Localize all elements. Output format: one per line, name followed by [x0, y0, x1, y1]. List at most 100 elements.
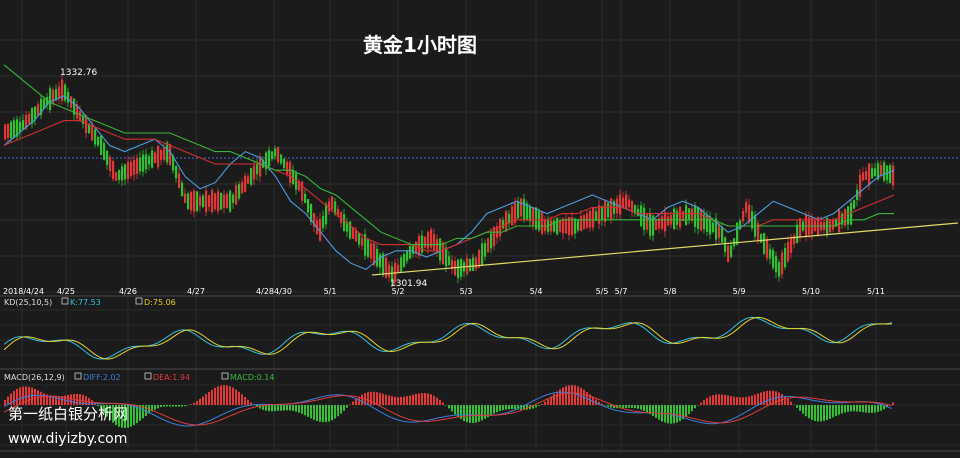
macd-bar: [214, 387, 216, 405]
candle-body: [268, 149, 271, 167]
candle-body: [118, 169, 121, 181]
macd-bar: [442, 402, 444, 405]
macd-bar: [208, 391, 210, 405]
candle-body: [241, 182, 244, 194]
macd-bar: [292, 405, 294, 411]
candle-body: [181, 182, 184, 197]
candle-body: [760, 234, 763, 243]
macd-bar: [334, 405, 336, 419]
candle-body: [163, 147, 166, 160]
candle-body: [58, 86, 61, 99]
macd-bar: [244, 397, 246, 405]
candle-body: [187, 193, 190, 209]
candle-body: [121, 166, 124, 181]
macd-bar: [655, 405, 657, 418]
macd-bar: [514, 405, 516, 410]
candle-body: [679, 206, 682, 228]
candle-body: [880, 165, 883, 176]
macd-bar: [232, 387, 234, 405]
candle-body: [4, 124, 7, 140]
watermark-site-name: 第一纸白银分析网: [8, 405, 128, 423]
candle-body: [553, 220, 556, 232]
macd-bar: [169, 405, 171, 407]
candle-body: [136, 158, 139, 174]
macd-bar: [877, 405, 879, 412]
candle-body: [397, 264, 400, 273]
candle-body: [664, 211, 667, 232]
x-tick-label: 4/284/30: [256, 287, 292, 296]
macd-bar: [544, 401, 546, 405]
macd-bar: [268, 405, 270, 412]
candle-body: [850, 202, 853, 225]
macd-bar: [844, 405, 846, 413]
candle-body: [142, 154, 145, 172]
macd-bar: [367, 392, 369, 405]
candle-body: [22, 120, 25, 130]
candle-body: [478, 250, 481, 268]
macd-bar: [607, 405, 609, 407]
macd-bar: [238, 391, 240, 405]
macd-bar: [16, 388, 18, 405]
candle-body: [343, 214, 346, 232]
macd-bar: [475, 405, 477, 423]
candle-body: [562, 218, 565, 234]
candle-body: [277, 146, 280, 163]
candle-body: [673, 208, 676, 230]
candle-body: [586, 213, 589, 228]
x-tick-label: 5/1: [324, 287, 337, 296]
candle-body: [61, 79, 64, 101]
candle-body: [280, 154, 283, 164]
macd-bar: [490, 405, 492, 416]
macd-bar: [154, 405, 156, 410]
candle-body: [427, 231, 430, 249]
candle-body: [112, 161, 115, 180]
macd-bar: [427, 393, 429, 405]
candle-body: [160, 150, 163, 161]
candle-body: [883, 162, 886, 181]
macd-bar: [313, 405, 315, 420]
macd-bar: [274, 405, 276, 412]
candle-body: [235, 185, 238, 205]
candle-body: [625, 194, 628, 209]
macd-bar: [679, 405, 681, 422]
macd-bar: [328, 405, 330, 422]
candle-body: [151, 150, 154, 168]
candle-body: [388, 264, 391, 278]
candle-body: [604, 201, 607, 222]
x-tick-label: 5/3: [460, 287, 473, 296]
macd-bar: [409, 395, 411, 405]
macd-bar: [280, 405, 282, 411]
candle-body: [10, 121, 13, 139]
macd-bar: [562, 387, 564, 405]
candle-body: [781, 252, 784, 275]
macd-bar: [868, 405, 870, 413]
candle-body: [517, 202, 520, 219]
candle-body: [853, 200, 856, 209]
macd-bar: [757, 393, 759, 405]
candle-body: [97, 136, 100, 146]
candle-body: [100, 135, 103, 156]
candle-body: [190, 192, 193, 211]
candle-body: [406, 251, 409, 262]
macd-bar: [835, 405, 837, 417]
macd-bar: [337, 405, 339, 417]
candle-body: [331, 196, 334, 210]
kd-k-label: K:77.53: [70, 298, 101, 307]
candle-body: [508, 213, 511, 224]
candle-body: [370, 243, 373, 259]
macd-bar: [463, 405, 465, 422]
macd-bar: [793, 404, 795, 406]
kd-title: KD(25,10,5): [4, 298, 52, 307]
candle-body: [730, 245, 733, 257]
candle-body: [208, 195, 211, 207]
candle-body: [691, 208, 694, 220]
macd-bar: [547, 399, 549, 405]
candle-body: [106, 150, 109, 166]
macd-bar: [319, 405, 321, 422]
candle-body: [238, 184, 241, 199]
candle-body: [646, 214, 649, 230]
macd-bar: [685, 405, 687, 417]
candle-body: [502, 220, 505, 229]
candle-body: [520, 198, 523, 217]
candle-body: [13, 120, 16, 138]
